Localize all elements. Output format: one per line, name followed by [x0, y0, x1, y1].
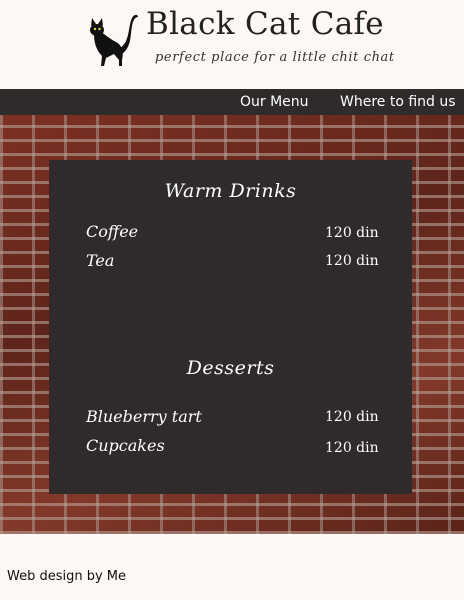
- menu-item-price: 120 din: [325, 440, 379, 456]
- site-title: Black Cat Cafe: [146, 6, 384, 42]
- menu-item-name: Coffee: [86, 222, 139, 241]
- black-cat-icon[interactable]: [86, 8, 140, 70]
- menu-item-name: Tea: [86, 251, 115, 270]
- menu-board: Warm Drinks Coffee 120 din Tea 120 din D…: [49, 160, 412, 494]
- main-nav: Our Menu Where to find us: [0, 89, 464, 115]
- menu-item-price: 120 din: [325, 409, 379, 425]
- menu-item-price: 120 din: [325, 253, 379, 269]
- menu-item-price: 120 din: [325, 225, 379, 241]
- footer-credit: Web design by Me: [7, 569, 127, 584]
- nav-where-to-find-us-link[interactable]: Where to find us: [340, 94, 456, 110]
- site-tagline: perfect place for a little chit chat: [155, 50, 395, 65]
- menu-item-name: Cupcakes: [86, 436, 165, 455]
- section-title-desserts: Desserts: [186, 357, 275, 379]
- site-header: Black Cat Cafe perfect place for a littl…: [0, 0, 464, 89]
- nav-our-menu-link[interactable]: Our Menu: [240, 94, 309, 110]
- section-title-warm-drinks: Warm Drinks: [164, 180, 297, 202]
- menu-item-name: Blueberry tart: [86, 407, 202, 426]
